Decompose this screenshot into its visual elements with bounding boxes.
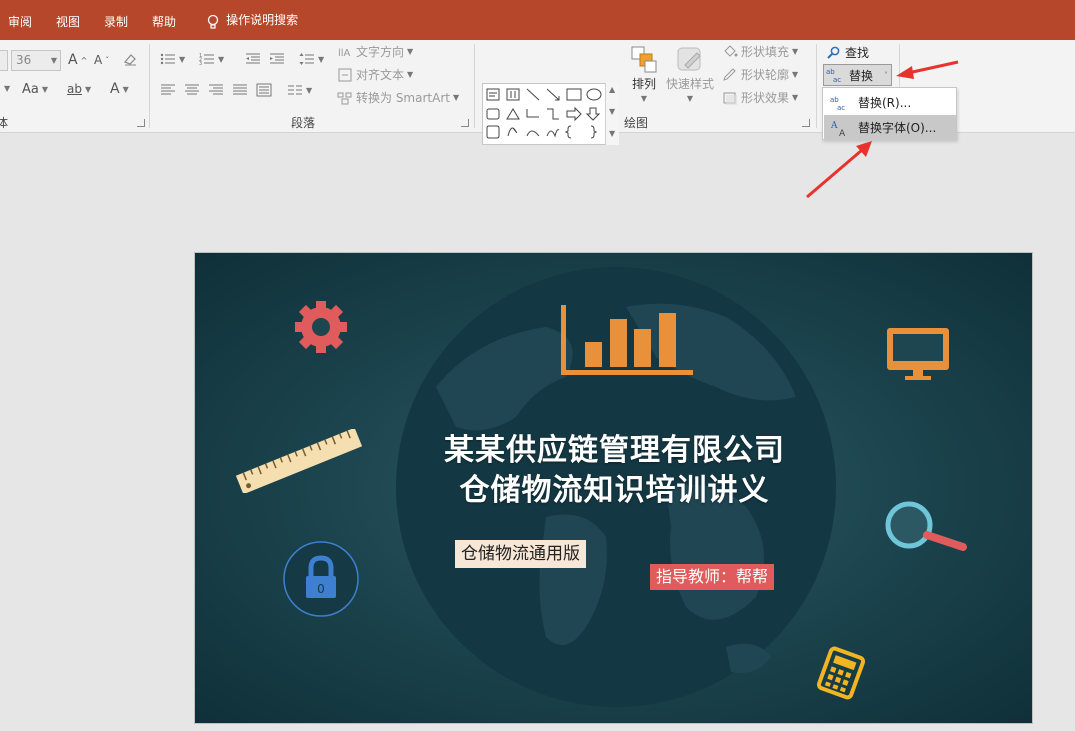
slide-title-line-2[interactable]: 仓储物流知识培训讲义 xyxy=(195,465,1032,509)
annotation-arrow-icon xyxy=(806,141,872,199)
slide-teacher-label[interactable]: 指导教师：帮帮 xyxy=(650,564,775,590)
calculator-icon xyxy=(816,646,866,700)
bar-chart-icon xyxy=(561,305,693,375)
gear-icon xyxy=(295,301,347,353)
svg-text:0: 0 xyxy=(317,582,325,596)
slide-title-line-1[interactable]: 某某供应链管理有限公司 xyxy=(195,425,1032,469)
slide-subtitle[interactable]: 仓储物流通用版 xyxy=(455,540,586,568)
lock-icon: 0 xyxy=(283,541,359,617)
annotation-arrow-icon xyxy=(896,60,959,79)
monitor-icon xyxy=(887,328,949,380)
slide-canvas[interactable]: 0 某某供应链管理有限公司 仓储物流知识培训讲义 仓储物流通用版 指导教师：帮帮 xyxy=(194,252,1033,724)
